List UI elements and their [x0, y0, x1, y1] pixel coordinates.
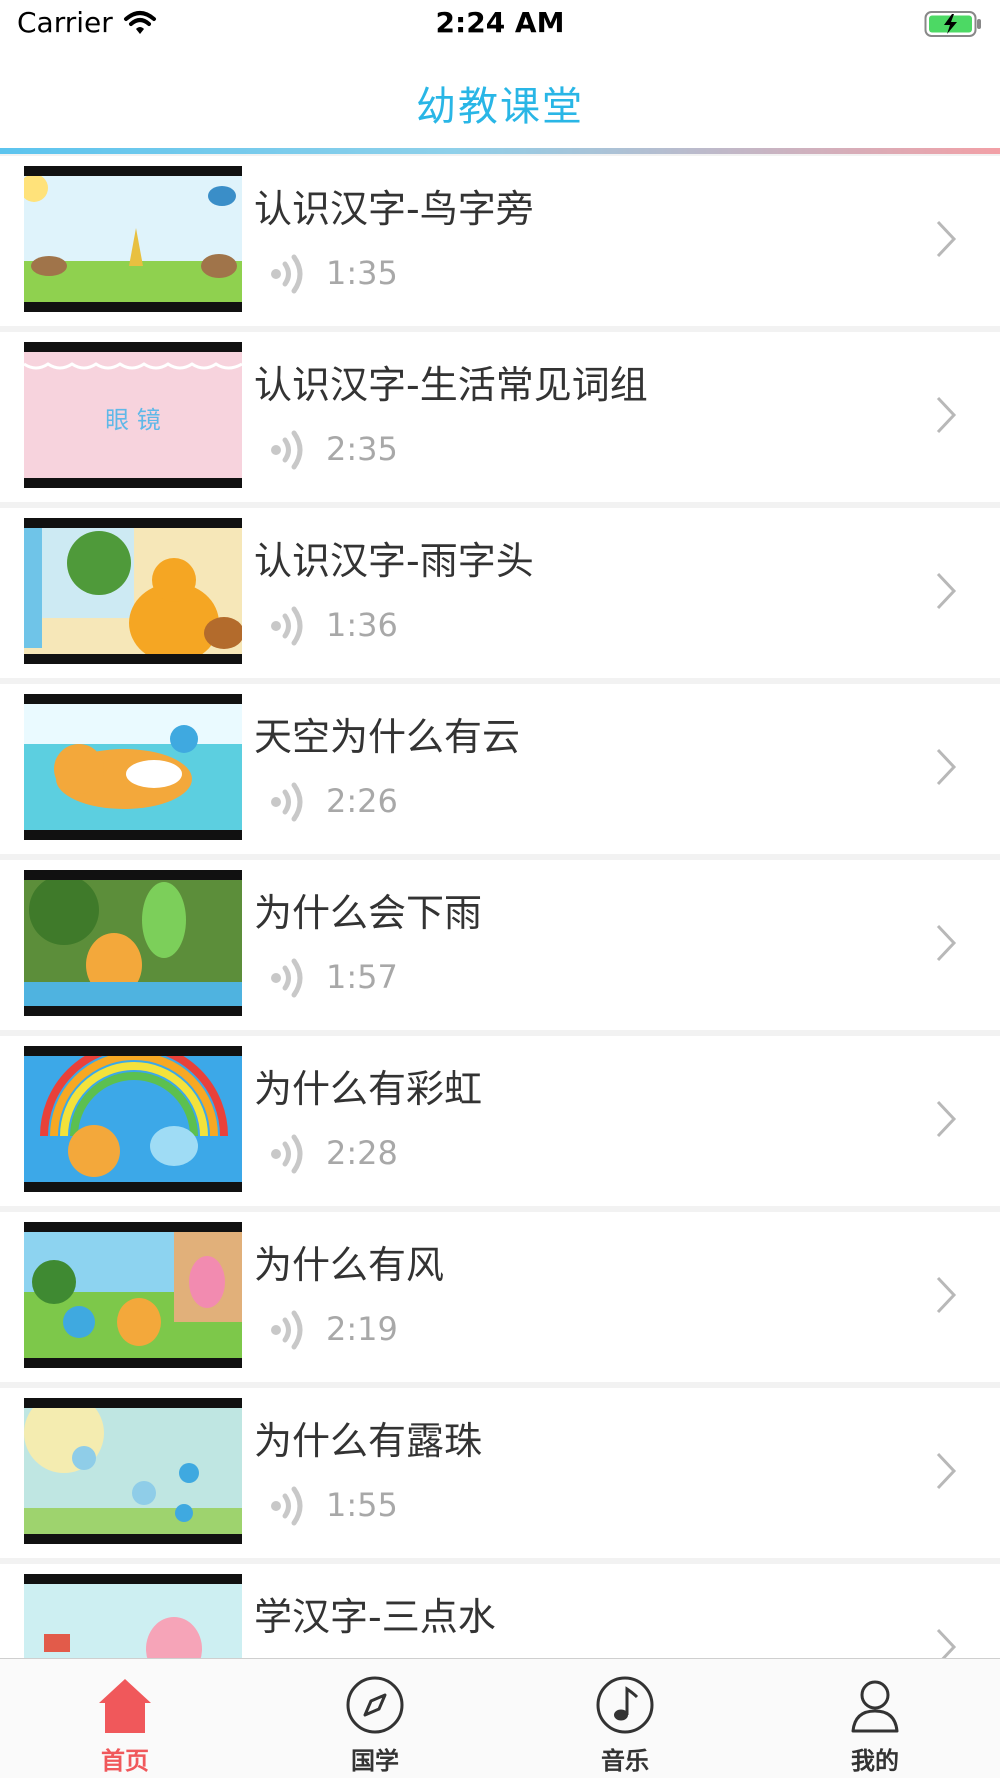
list-item[interactable]: 天空为什么有云 2:26	[0, 684, 1000, 854]
video-title: 认识汉字-鸟字旁	[254, 187, 534, 231]
tab-home[interactable]: 首页	[0, 1659, 250, 1778]
chevron-right-icon	[936, 1452, 957, 1490]
video-thumbnail	[24, 1046, 242, 1192]
chevron-right-icon	[936, 924, 957, 962]
list-item[interactable]: 为什么会下雨 1:57	[0, 860, 1000, 1030]
music-note-icon	[596, 1676, 654, 1734]
thumbnail-caption: 眼 镜	[105, 406, 161, 434]
chevron-right-icon	[936, 572, 957, 610]
video-thumbnail	[24, 166, 242, 312]
speaker-icon	[271, 958, 303, 998]
video-title: 认识汉字-生活常见词组	[254, 363, 648, 407]
list-item[interactable]: 认识汉字-雨字头 1:36	[0, 508, 1000, 678]
speaker-icon	[271, 782, 303, 822]
tab-label: 音乐	[601, 1747, 649, 1775]
video-thumbnail	[24, 1398, 242, 1544]
tab-music[interactable]: 音乐	[500, 1659, 750, 1778]
video-title: 天空为什么有云	[254, 715, 521, 759]
video-duration: 2:19	[326, 1310, 398, 1348]
video-duration: 2:28	[326, 1134, 398, 1172]
speaker-icon	[271, 1310, 303, 1350]
tab-label: 国学	[351, 1747, 399, 1775]
video-thumbnail	[24, 870, 242, 1016]
tab-label: 首页	[101, 1747, 149, 1775]
status-time: 2:24 AM	[435, 6, 565, 39]
home-icon	[99, 1679, 151, 1733]
video-title: 为什么会下雨	[254, 891, 483, 935]
chevron-right-icon	[936, 396, 957, 434]
video-title: 为什么有彩虹	[254, 1067, 483, 1111]
video-title: 为什么有风	[254, 1243, 445, 1287]
list-item[interactable]: 为什么有露珠 1:55	[0, 1388, 1000, 1558]
video-list[interactable]: 认识汉字-鸟字旁 1:35 眼 镜 认识汉字-生活常见词组 2:35 认识汉字-…	[0, 156, 1000, 1740]
tab-profile[interactable]: 我的	[750, 1659, 1000, 1778]
list-item[interactable]: 眼 镜 认识汉字-生活常见词组 2:35	[0, 332, 1000, 502]
tab-label: 我的	[851, 1747, 899, 1775]
speaker-icon	[271, 254, 303, 294]
chevron-right-icon	[936, 220, 957, 258]
video-duration: 1:35	[326, 254, 398, 292]
video-title: 为什么有露珠	[254, 1419, 483, 1463]
video-thumbnail	[24, 694, 242, 840]
list-item[interactable]: 为什么有风 2:19	[0, 1212, 1000, 1382]
tab-guoxue[interactable]: 国学	[250, 1659, 500, 1778]
speaker-icon	[271, 1134, 303, 1174]
page-title: 幼教课堂	[416, 84, 584, 130]
chevron-right-icon	[936, 1100, 957, 1138]
compass-icon	[346, 1676, 404, 1734]
video-duration: 2:35	[326, 430, 398, 468]
person-icon	[851, 1680, 899, 1733]
video-thumbnail: 眼 镜	[24, 342, 242, 488]
chevron-right-icon	[936, 748, 957, 786]
nav-gradient-divider	[0, 148, 1000, 154]
status-bar: Carrier 2:24 AM	[0, 0, 1000, 52]
speaker-icon	[271, 430, 303, 470]
video-thumbnail	[24, 1222, 242, 1368]
speaker-icon	[271, 1486, 303, 1526]
video-duration: 1:36	[326, 606, 398, 644]
video-duration: 1:57	[326, 958, 398, 996]
list-item[interactable]: 认识汉字-鸟字旁 1:35	[0, 156, 1000, 326]
navigation-bar: 幼教课堂	[0, 52, 1000, 150]
video-thumbnail	[24, 518, 242, 664]
chevron-right-icon	[936, 1276, 957, 1314]
video-duration: 1:55	[326, 1486, 398, 1524]
video-duration: 2:26	[326, 782, 398, 820]
list-item[interactable]: 为什么有彩虹 2:28	[0, 1036, 1000, 1206]
app-screen: Carrier 2:24 AM 幼教课堂 认识汉字-鸟字旁 1:35 眼 镜 认…	[0, 0, 1000, 1778]
speaker-icon	[271, 606, 303, 646]
video-title: 认识汉字-雨字头	[254, 539, 534, 583]
video-title: 学汉字-三点水	[254, 1595, 496, 1639]
tab-bar: 首页 国学 音乐 我的	[0, 1658, 1000, 1778]
battery-icon	[924, 10, 982, 42]
